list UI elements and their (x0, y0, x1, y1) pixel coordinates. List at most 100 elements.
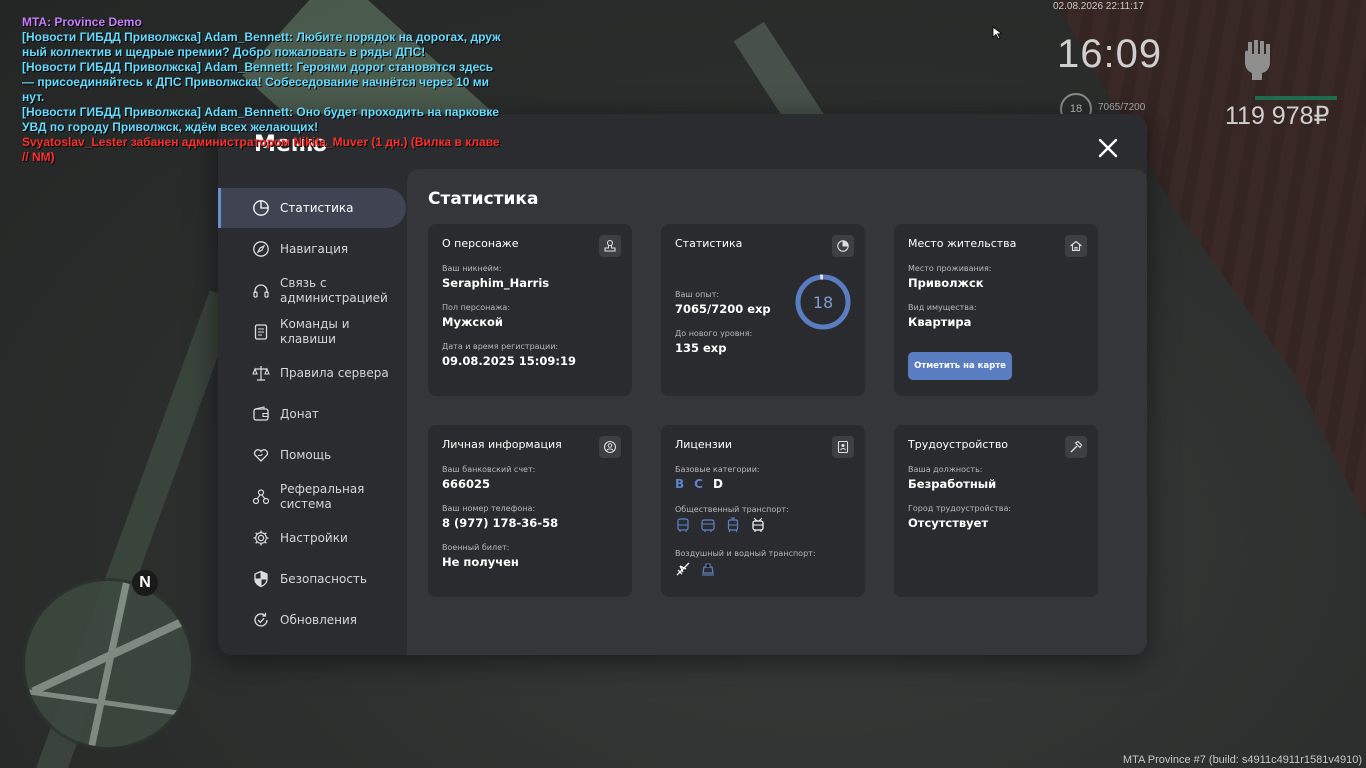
chat-line: ный коллектив и щедрые премии? Добро пож… (22, 45, 426, 59)
sidebar-item-admin-contact[interactable]: Связь с администрацией (218, 270, 406, 311)
headset-icon (253, 283, 269, 298)
hud-money: 119 978₽ (1225, 102, 1330, 130)
field-label: Ваш опыт: (675, 290, 720, 299)
card-icon-box (599, 235, 621, 257)
gender-field: Пол персонажа: Мужской (442, 303, 510, 329)
menu-window: Меню Статистика Навигация Связь с админи… (218, 114, 1147, 655)
military-field: Военный билет: Не получен (442, 543, 519, 569)
chat-line: — присоединяйтесь к ДПС Приволжска! Собе… (22, 75, 489, 89)
sidebar-item-label: Безопасность (280, 571, 367, 586)
field-label: Базовые категории: (675, 465, 760, 474)
hud-date: 02.08.2026 22:11:17 (1052, 1, 1144, 12)
trolleybus-icon (752, 517, 764, 532)
job-city-field: Город трудоустройства: Отсутствует (908, 504, 1011, 530)
sidebar-item-commands[interactable]: Команды и клавиши (218, 312, 406, 352)
airplane-icon (676, 562, 690, 576)
next-level-field: До нового уровня: 135 exp (675, 329, 752, 355)
field-value: Безработный (908, 477, 997, 491)
close-button[interactable] (1094, 134, 1122, 162)
sidebar-item-label: Реферальная система (280, 481, 365, 511)
scales-icon (252, 366, 270, 381)
sidebar: Статистика Навигация Связь с администрац… (218, 188, 406, 641)
field-label: До нового уровня: (675, 329, 753, 338)
field-value: Квартира (908, 315, 972, 329)
statistics-card: Статистика Ваш опыт: 7065/7200 exp До но… (661, 224, 865, 396)
money-bar (1255, 96, 1337, 100)
hud-time: 16:09 (1057, 32, 1163, 76)
license-c: C (694, 477, 703, 491)
sidebar-item-statistics[interactable]: Статистика (218, 188, 406, 228)
sidebar-item-updates[interactable]: Обновления (218, 600, 406, 640)
mark-on-map-button[interactable]: Отметить на карте (908, 352, 1012, 380)
employment-card: Трудоустройство Ваша должность: Безработ… (894, 425, 1098, 597)
field-label: Пол персонажа: (442, 303, 511, 312)
shield-icon (254, 570, 268, 588)
field-label: Город трудоустройства: (908, 504, 1012, 513)
card-title: О персонаже (442, 237, 519, 250)
card-icon-box (1065, 235, 1087, 257)
chat-line: [Новости ГИБДД Приволжска] Adam_Bennett:… (22, 105, 500, 119)
sidebar-item-help[interactable]: Помощь (218, 435, 406, 475)
chat-line: Svyatoslav_Lester забанен администраторо… (22, 135, 500, 149)
referral-icon (252, 488, 270, 504)
place-field: Место проживания: Приволжск (908, 264, 991, 290)
nickname-field: Ваш никнейм: Seraphim_Harris (442, 264, 549, 290)
field-label: Вид имущества: (908, 303, 977, 312)
property-field: Вид имущества: Квартира (908, 303, 977, 329)
build-info: MTA Province #7 (build: s4911c4911r1581v… (1122, 754, 1362, 766)
card-title: Статистика (675, 237, 743, 250)
license-categories: B C D (675, 477, 760, 491)
sidebar-item-donate[interactable]: Донат (218, 394, 406, 434)
boat-icon (702, 563, 714, 576)
card-icon-box (599, 436, 621, 458)
chat-line: [Новости ГИБДД Приволжска] Adam_Bennett:… (22, 30, 501, 44)
registration-field: Дата и время регистрации: 09.08.2025 15:… (442, 342, 576, 368)
sidebar-item-navigation[interactable]: Навигация (218, 229, 406, 269)
bank-account-field: Ваш банковский счет: 666025 (442, 465, 535, 491)
card-title: Место жительства (908, 237, 1017, 250)
level-number: 18 (812, 292, 834, 312)
sidebar-item-label: Настройки (280, 530, 348, 545)
sidebar-item-security[interactable]: Безопасность (218, 559, 406, 599)
clock-chart-icon (837, 240, 849, 252)
sidebar-item-referral[interactable]: Реферальная система (218, 476, 406, 517)
sidebar-item-settings[interactable]: Настройки (218, 518, 406, 558)
field-value: 7065/7200 exp (675, 302, 771, 316)
field-value: 135 exp (675, 341, 727, 355)
card-title: Личная информация (442, 438, 562, 451)
mouse-cursor-icon (992, 26, 1003, 40)
hud-exp: 7065/7200 (1098, 102, 1146, 113)
field-label: Дата и время регистрации: (442, 342, 559, 351)
person-stamp-icon (604, 239, 616, 252)
air-water-transport-field: Воздушный и водный транспорт: (675, 549, 816, 577)
sidebar-item-label: Обновления (280, 612, 358, 627)
air-water-transport-icons (675, 561, 816, 577)
field-value: Seraphim_Harris (442, 276, 550, 290)
field-label: Ваш банковский счет: (442, 465, 536, 474)
chat-title: MTA: Province Demo (22, 15, 142, 29)
field-value: Мужской (442, 315, 503, 329)
card-icon-box (832, 436, 854, 458)
chat-box: MTA: Province Demo [Новости ГИБДД Привол… (22, 15, 502, 165)
residence-card: Место жительства Место проживания: Приво… (894, 224, 1098, 396)
base-categories-field: Базовые категории: B C D (675, 465, 760, 491)
field-value: Отсутствует (908, 516, 989, 530)
field-value: Приволжск (908, 276, 984, 290)
field-label: Ваш никнейм: (442, 264, 502, 273)
personal-info-card: Личная информация Ваш банковский счет: 6… (428, 425, 632, 597)
sidebar-item-rules[interactable]: Правила сервера (218, 353, 406, 393)
card-icon-box (1065, 436, 1087, 458)
compass-icon (253, 241, 269, 257)
card-title: Лицензии (675, 438, 733, 451)
pie-chart-icon (253, 200, 269, 216)
sidebar-item-label: Навигация (280, 241, 349, 256)
field-label: Общественный транспорт: (675, 505, 789, 514)
hammer-icon (1070, 440, 1083, 453)
content-title: Статистика (428, 189, 539, 209)
character-card: О персонаже Ваш никнейм: Seraphim_Harris… (428, 224, 632, 396)
chat-line: [Новости ГИБДД Приволжска] Adam_Bennett:… (22, 60, 494, 74)
user-circle-icon (603, 440, 617, 454)
license-b: B (675, 477, 685, 491)
public-transport-field: Общественный транспорт: (675, 505, 789, 533)
license-d: D (712, 477, 723, 491)
